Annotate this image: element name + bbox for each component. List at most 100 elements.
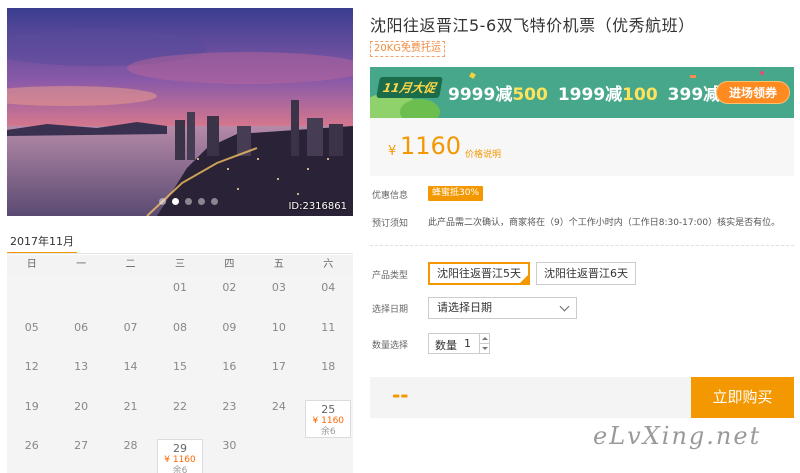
calendar-day: 14	[108, 360, 154, 373]
promo-offer-threshold: 9999减	[448, 85, 513, 105]
promo-banner[interactable]: 11月大促 9999减5001999减100399减20 进场领券	[370, 67, 794, 118]
product-type-option-label: 沈阳往返晋江5天	[437, 267, 521, 280]
calendar-day-number: 21	[123, 399, 138, 413]
calendar-day: 26	[9, 439, 55, 452]
price-box: ¥ 1160 价格说明	[370, 118, 794, 176]
promo-offer-threshold: 399减	[667, 85, 721, 105]
calendar-day-number: 03	[271, 281, 286, 294]
gallery-dot[interactable]	[159, 198, 166, 205]
get-coupon-button[interactable]: 进场领券	[716, 81, 790, 104]
decrement-icon[interactable]	[479, 344, 489, 354]
calendar-day-stock: 余6	[172, 466, 188, 473]
calendar-day-number: 10	[271, 320, 286, 334]
calendar-day: 12	[9, 360, 55, 373]
quantity-label: 数量选择	[372, 341, 409, 351]
buy-now-button[interactable]: 立即购买	[691, 377, 794, 418]
quantity-field-label: 数量	[435, 339, 457, 352]
date-label: 选择日期	[372, 305, 409, 315]
increment-icon[interactable]	[479, 334, 489, 344]
calendar-day-number: 14	[123, 360, 138, 373]
calendar-day-available[interactable]: 29 ¥ 1160 余6	[157, 439, 203, 473]
chevron-down-icon	[559, 301, 570, 312]
confetti-decoration	[690, 75, 696, 78]
weekday-label: 五	[273, 259, 284, 270]
weekday-label: 一	[76, 259, 87, 270]
calendar-day: 02	[206, 281, 252, 294]
calendar-day: 16	[206, 360, 252, 373]
calendar-day: 07	[108, 321, 154, 334]
calendar-day-number: 04	[321, 281, 336, 294]
calendar-day-number: 19	[24, 399, 39, 413]
calendar-day: 15	[157, 360, 203, 373]
calendar-day: 19	[9, 400, 55, 413]
calendar-divider	[7, 253, 353, 254]
product-photo[interactable]: ID:2316861	[7, 8, 353, 216]
gallery-dots	[159, 198, 218, 205]
promo-offer-discount: 100	[622, 85, 658, 105]
promo-offer-discount: 500	[512, 85, 548, 105]
calendar-day-number: 27	[74, 439, 89, 452]
calendar-day-number: 23	[222, 399, 237, 413]
total-price: --	[392, 383, 409, 407]
promo-badge: 11月大促	[376, 77, 443, 98]
gallery-dot[interactable]	[185, 198, 192, 205]
calendar-day-number: 20	[74, 399, 89, 413]
calendar-day: 03	[256, 281, 302, 294]
calendar-day-number: 02	[222, 281, 237, 294]
quantity-value[interactable]: 1	[464, 337, 471, 350]
calendar-day-number: 12	[24, 360, 39, 373]
currency-symbol: ¥	[388, 144, 397, 159]
booking-notice-text: 此产品需二次确认，商家将在（9）个工作小时内（工作日8:30-17:00）核实是…	[428, 218, 781, 228]
confetti-decoration	[469, 72, 476, 79]
calendar-day-number: 28	[123, 439, 138, 452]
weekday-label: 六	[323, 259, 334, 270]
confetti-decoration	[760, 71, 764, 75]
calendar-day: 30	[206, 439, 252, 452]
product-type-option-6day[interactable]: 沈阳往返晋江6天	[536, 262, 636, 285]
shipping-tag: 20KG免费托运	[370, 41, 446, 57]
calendar-day: 01	[157, 281, 203, 294]
section-divider	[370, 245, 794, 246]
calendar-month-tab[interactable]: 2017年11月	[7, 228, 77, 254]
weekday-label: 日	[26, 259, 37, 270]
gallery-dot[interactable]	[198, 198, 205, 205]
photo-id-label: ID:2316861	[288, 201, 347, 212]
calendar-day: 22	[157, 400, 203, 413]
product-title: 沈阳往返晋江5-6双飞特价机票（优秀航班）	[370, 16, 695, 35]
calendar-day-number: 08	[173, 320, 187, 334]
calendar-day-available[interactable]: 25 ¥ 1160 余6	[305, 399, 352, 438]
calendar-day-number: 06	[74, 320, 89, 334]
date-select-placeholder: 请选择日期	[437, 301, 492, 314]
gallery-dot[interactable]	[211, 198, 218, 205]
calendar-day: 05	[9, 321, 55, 334]
calendar-weekday-header: 日一二三四五六	[7, 255, 353, 275]
price-explanation-link[interactable]: 价格说明	[465, 147, 501, 160]
promo-offers: 9999减5001999减100399减20	[448, 80, 754, 105]
calendar-grid: 01 02 03 04 05 06 07 08 09 10 11 12 13 14 15 16 17 18 19 20…	[7, 275, 353, 473]
weekday-label: 四	[224, 259, 235, 270]
watermark-text: eLvXing.net	[593, 422, 762, 450]
calendar-day-number: 01	[173, 281, 187, 294]
calendar-day: 17	[256, 360, 302, 373]
calendar-day: 21	[108, 400, 154, 413]
product-type-option-5day[interactable]: 沈阳往返晋江5天	[428, 262, 530, 285]
discount-label: 优惠信息	[372, 191, 409, 201]
date-select[interactable]: 请选择日期	[428, 297, 577, 319]
calendar-day: 27	[58, 439, 104, 452]
calendar-day-number: 24	[271, 399, 286, 413]
calendar-day: 20	[58, 400, 104, 413]
calendar-day-number: 29	[173, 442, 187, 455]
quantity-stepper[interactable]: 数量 1	[428, 333, 490, 354]
calendar-day-number: 05	[24, 320, 39, 334]
calendar-day-number: 22	[173, 399, 187, 413]
calendar-day-number: 09	[222, 320, 237, 334]
gallery-dot[interactable]	[172, 198, 179, 205]
calendar-day: 09	[206, 321, 252, 334]
calendar-day-number: 07	[123, 320, 138, 334]
selected-corner-icon	[520, 275, 528, 283]
calendar-day: 24	[256, 400, 302, 413]
calendar-day-stock: 余6	[320, 426, 336, 437]
calendar-day: 23	[206, 400, 252, 413]
calendar-day: 06	[58, 321, 104, 334]
calendar-day: 10	[256, 321, 302, 334]
